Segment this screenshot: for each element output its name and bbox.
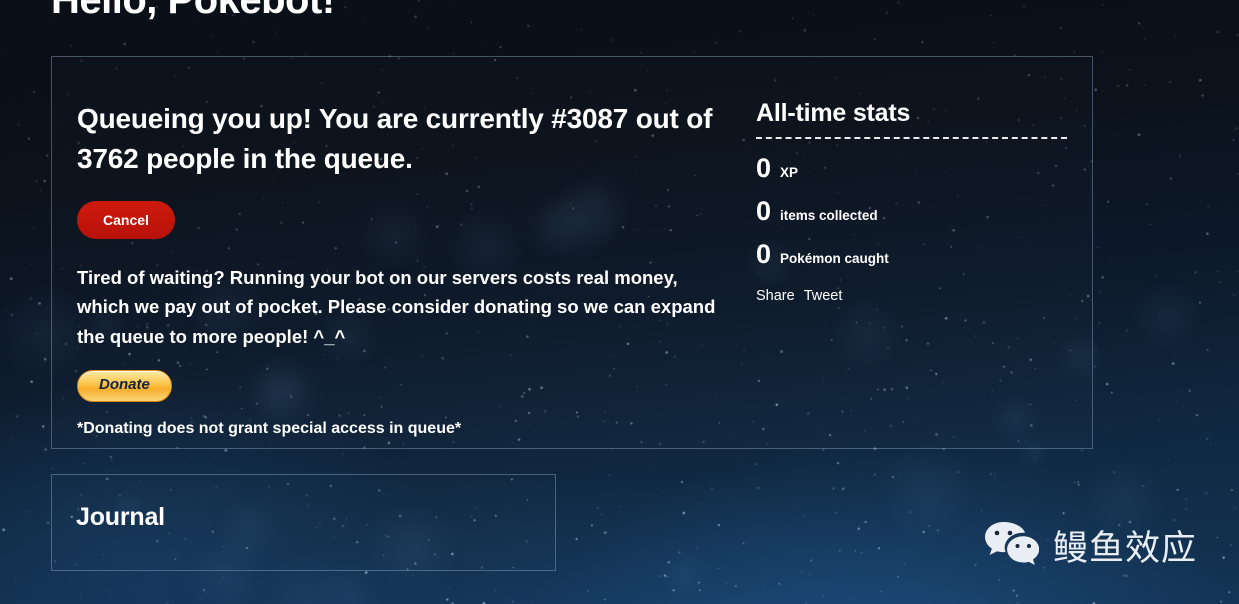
queue-headline: Queueing you up! You are currently #3087… [77,103,713,174]
stat-row-xp: 0 XP [756,155,1067,182]
wechat-watermark: 鳗鱼效应 [983,520,1197,571]
journal-card: Journal [51,474,556,571]
cancel-button[interactable]: Cancel [77,200,175,239]
donate-button[interactable]: Donate [77,370,172,402]
stats-title: All-time stats [756,99,911,127]
page-title: Hello, Pokebot! [51,0,335,22]
stat-label: items collected [780,208,878,223]
stat-label: Pokémon caught [780,251,889,266]
queue-panel: Queueing you up! You are currently #3087… [52,57,748,448]
stat-value: 0 [756,153,772,183]
stats-panel: All-time stats 0 XP 0 items collected 0 … [748,57,1092,448]
stat-row-pokemon: 0 Pokémon caught [756,241,1067,268]
stats-divider [756,137,1067,139]
journal-title: Journal [76,503,165,531]
stat-value: 0 [756,239,772,269]
wechat-icon [983,520,1040,571]
stat-value: 0 [756,196,772,226]
watermark-text: 鳗鱼效应 [1052,529,1197,569]
share-links: Share Tweet [756,288,1067,304]
queue-card: Queueing you up! You are currently #3087… [51,56,1093,449]
stat-label: XP [780,165,799,180]
donation-message: Tired of waiting? Running your bot on ou… [77,266,716,348]
donation-disclaimer: *Donating does not grant special access … [77,419,462,437]
tweet-link[interactable]: Tweet [804,288,843,304]
stat-row-items: 0 items collected [756,198,1067,225]
share-link[interactable]: Share [756,288,795,304]
